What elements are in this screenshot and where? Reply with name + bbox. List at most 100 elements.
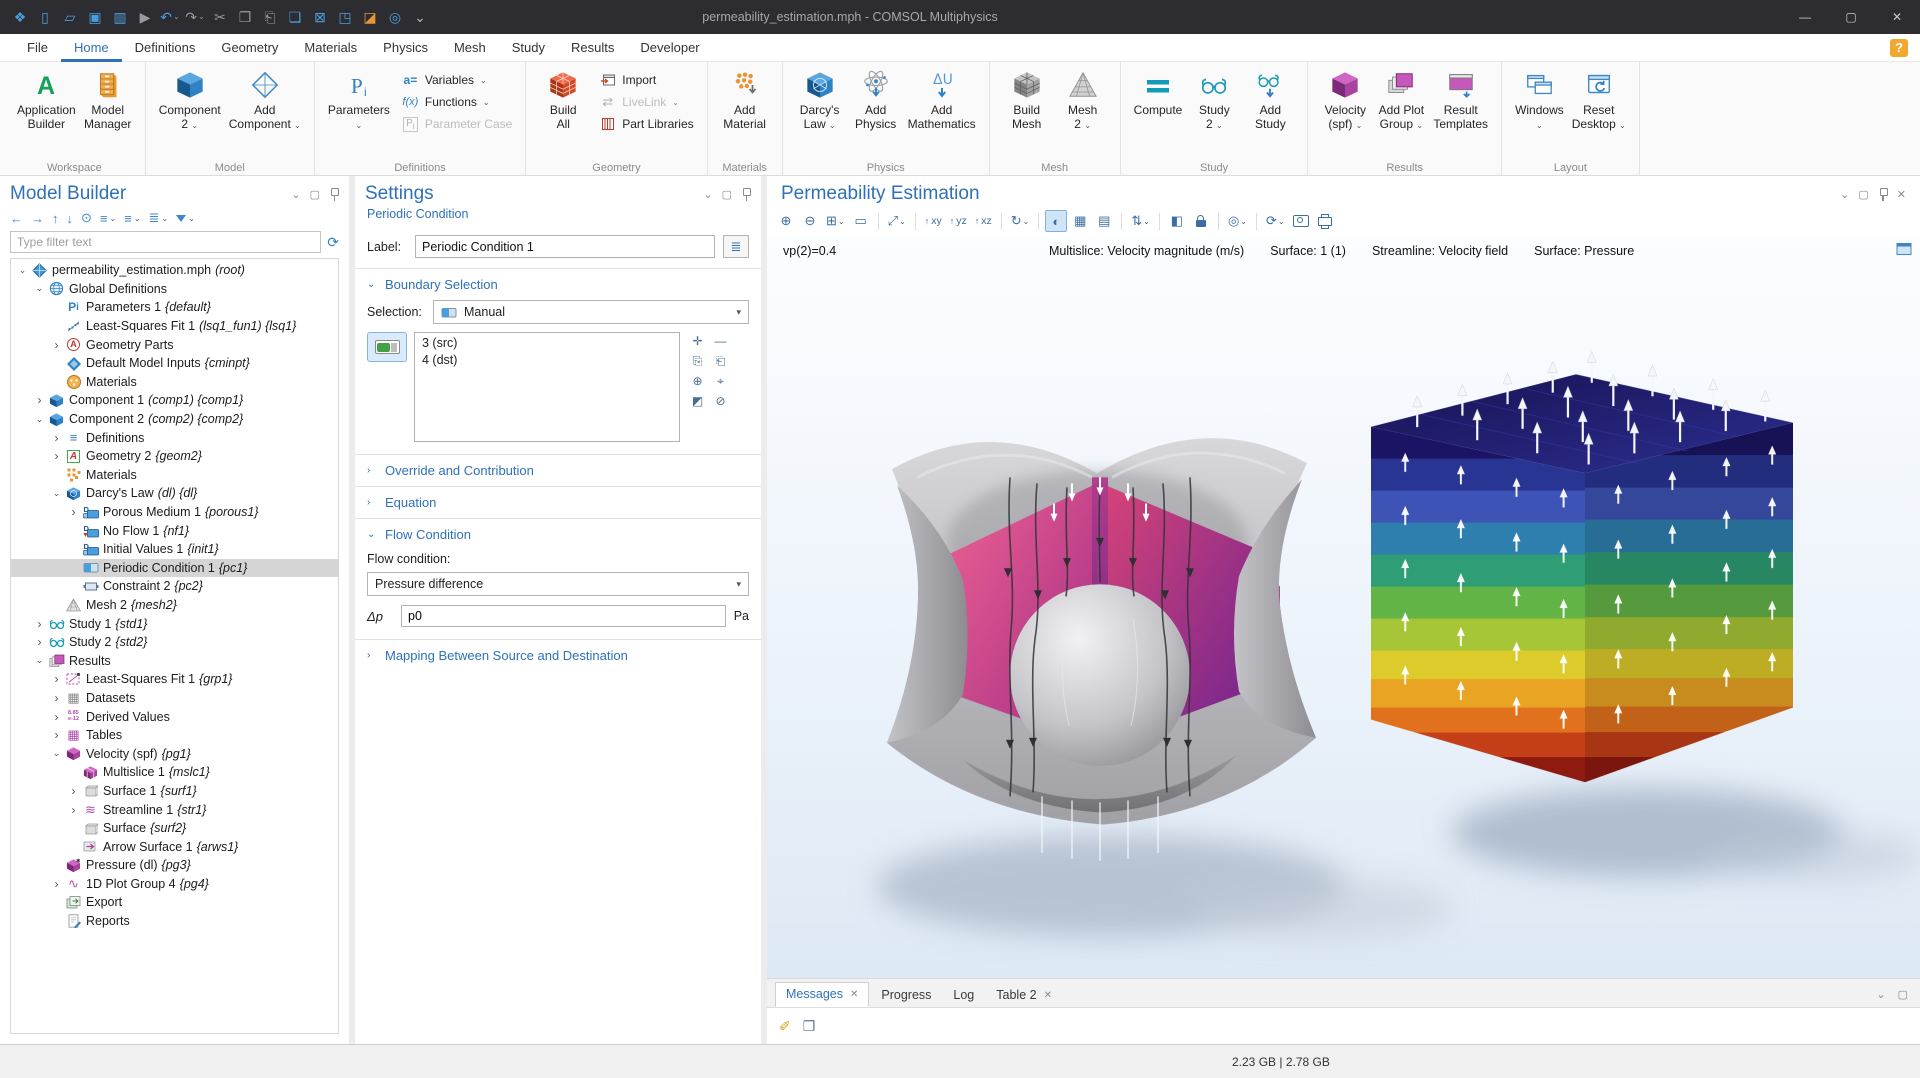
tree-item[interactable]: ›Surface 1{surf1} xyxy=(11,782,338,801)
windows-button[interactable]: Windows⌄ xyxy=(1511,65,1568,136)
zoom-out-button[interactable]: ⊖ xyxy=(799,210,821,232)
tree-item[interactable]: Default Model Inputs{cminpt} xyxy=(11,354,338,373)
remove-from-selection-button[interactable]: — xyxy=(710,332,731,350)
paste-button[interactable]: ⎗ xyxy=(258,5,282,29)
close-button[interactable]: ✕ xyxy=(1874,0,1920,34)
collapse-panel-icon[interactable]: ⌄ xyxy=(291,188,300,201)
show-grid-button[interactable]: ▦ xyxy=(1069,210,1091,232)
show-legends-button[interactable]: ▤ xyxy=(1093,210,1115,232)
print-button[interactable] xyxy=(1314,210,1336,232)
part-libraries-button[interactable]: Part Libraries xyxy=(595,115,697,133)
section-boundary-selection[interactable]: ⌄ Boundary Selection xyxy=(355,269,761,300)
tree-item[interactable]: ›Least-Squares Fit 1{grp1} xyxy=(11,670,338,689)
component-2-button[interactable]: Component2 ⌄ xyxy=(155,65,225,136)
expander-closed-icon[interactable]: › xyxy=(49,728,64,742)
expander-closed-icon[interactable]: › xyxy=(32,635,47,649)
application-builder-button[interactable]: AApplicationBuilder xyxy=(13,65,80,134)
tree-item[interactable]: ›≋Streamline 1{str1} xyxy=(11,800,338,819)
tree-item[interactable]: ›Study 2{std2} xyxy=(11,633,338,652)
pin-panel-icon[interactable] xyxy=(741,188,751,201)
section-flow-condition[interactable]: ⌄ Flow Condition xyxy=(355,519,761,550)
expander-closed-icon[interactable]: › xyxy=(66,505,81,519)
duplicate-button[interactable]: ❏ xyxy=(283,5,307,29)
selection-dropdown[interactable]: Manual ▾ xyxy=(433,300,749,324)
collapse-messages-icon[interactable]: ⌄ xyxy=(1876,988,1885,1001)
expander-closed-icon[interactable]: › xyxy=(49,338,64,352)
tree-item[interactable]: ›AGeometry 2{geom2} xyxy=(11,447,338,466)
tree-item[interactable]: ›Component 1(comp1) {comp1} xyxy=(11,391,338,410)
build-all-button[interactable]: BuildAll xyxy=(535,65,591,134)
import-button[interactable]: Import xyxy=(595,71,697,89)
darcys-law-button[interactable]: Darcy'sLaw ⌄ xyxy=(792,65,848,136)
tree-item[interactable]: ›Study 1{std1} xyxy=(11,614,338,633)
tree-item[interactable]: Materials xyxy=(11,373,338,392)
tree-item[interactable]: ✱Pressure (dl){pg3} xyxy=(11,856,338,875)
section-override[interactable]: › Override and Contribution xyxy=(355,455,761,486)
tree-item[interactable]: Materials xyxy=(11,466,338,485)
lock-view-button[interactable] xyxy=(1190,210,1212,232)
result-templates-button[interactable]: ResultTemplates xyxy=(1429,65,1492,134)
tree-item[interactable]: DNo Flow 1{nf1} xyxy=(11,521,338,540)
view-yz-button[interactable]: ↑yz xyxy=(947,210,970,232)
node-text-button[interactable]: ≣⌄ xyxy=(149,210,169,226)
tree-item[interactable]: DInitial Values 1{init1} xyxy=(11,540,338,559)
parameter-case-button[interactable]: PiParameter Case xyxy=(398,115,516,133)
refresh-icon[interactable]: ⟳ xyxy=(327,234,339,251)
expander-closed-icon[interactable]: › xyxy=(66,803,81,817)
close-tab-icon[interactable]: ✕ xyxy=(850,989,858,1000)
tree-item[interactable]: ›∿1D Plot Group 4{pg4} xyxy=(11,875,338,894)
reset-desktop-button[interactable]: ResetDesktop ⌄ xyxy=(1568,65,1630,136)
menu-tab-materials[interactable]: Materials xyxy=(291,34,370,62)
clear-messages-button[interactable]: ✐ xyxy=(779,1018,791,1035)
create-selection-button[interactable]: ⊕ xyxy=(687,372,708,390)
open-file-button[interactable]: ▱ xyxy=(58,5,82,29)
copy-button[interactable]: ❐ xyxy=(233,5,257,29)
expander-open-icon[interactable]: ⌄ xyxy=(32,414,47,425)
pin-panel-icon[interactable] xyxy=(329,188,339,201)
float-panel-icon[interactable]: ▢ xyxy=(310,188,320,201)
zoom-in-button[interactable]: ⊕ xyxy=(775,210,797,232)
livelink-button[interactable]: ⇄LiveLink⌄ xyxy=(595,93,697,111)
tab-progress[interactable]: Progress xyxy=(871,984,941,1007)
find-button[interactable]: ◎ xyxy=(383,5,407,29)
close-tab-icon[interactable]: ✕ xyxy=(1044,990,1052,1001)
tree-item[interactable]: ›▦Tables xyxy=(11,726,338,745)
build-mesh-button[interactable]: BuildMesh xyxy=(999,65,1055,134)
study-2-button[interactable]: Study2 ⌄ xyxy=(1186,65,1242,136)
expander-closed-icon[interactable]: › xyxy=(49,877,64,891)
zoom-to-selection-button[interactable]: ⌖ xyxy=(710,372,731,390)
menu-tab-mesh[interactable]: Mesh xyxy=(441,34,499,62)
image-snapshot-button[interactable] xyxy=(1290,210,1312,232)
save-button[interactable]: ▣ xyxy=(83,5,107,29)
tree-filter-input[interactable] xyxy=(10,231,321,253)
tree-item[interactable]: ⌄permeability_estimation.mph(root) xyxy=(11,261,338,280)
functions-button[interactable]: f(x)Functions⌄ xyxy=(398,93,516,111)
minimize-button[interactable]: — xyxy=(1782,0,1828,34)
split-view-button[interactable]: ◧ xyxy=(1166,210,1188,232)
maximize-button[interactable]: ▢ xyxy=(1828,0,1874,34)
invert-selection-button[interactable]: ◩ xyxy=(687,392,708,410)
velocity-spf-button[interactable]: Velocity(spf) ⌄ xyxy=(1317,65,1373,136)
float-messages-icon[interactable]: ▢ xyxy=(1898,988,1908,1001)
expander-open-icon[interactable]: ⌄ xyxy=(49,748,64,759)
qat-overflow-button[interactable]: ⌄ xyxy=(408,5,432,29)
plot-scene[interactable] xyxy=(767,235,1920,978)
parameters-button[interactable]: PiParameters⌄ xyxy=(324,65,394,136)
expander-closed-icon[interactable]: › xyxy=(32,393,47,407)
expander-open-icon[interactable]: ⌄ xyxy=(15,265,30,276)
float-panel-icon[interactable]: ▢ xyxy=(1858,188,1868,201)
expander-open-icon[interactable]: ⌄ xyxy=(32,655,47,666)
rotate-view-button[interactable]: ↻⌄ xyxy=(1008,210,1033,232)
float-panel-icon[interactable]: ▢ xyxy=(722,188,732,201)
tree-item[interactable]: Surface{surf2} xyxy=(11,819,338,838)
redo-button[interactable]: ↷⌄ xyxy=(183,5,207,29)
tree-item[interactable]: ›8.85e-12Derived Values xyxy=(11,707,338,726)
selection-entry[interactable]: 3 (src) xyxy=(422,335,672,352)
pin-panel-icon[interactable] xyxy=(1878,188,1888,201)
add-study-button[interactable]: AddStudy xyxy=(1242,65,1298,134)
zoom-box-button[interactable]: ▭ xyxy=(850,210,872,232)
active-selection-toggle[interactable] xyxy=(367,332,407,362)
tree-item[interactable]: Multislice 1{mslc1} xyxy=(11,763,338,782)
filter-button[interactable]: ⌄ xyxy=(176,214,195,223)
expander-closed-icon[interactable]: › xyxy=(66,784,81,798)
